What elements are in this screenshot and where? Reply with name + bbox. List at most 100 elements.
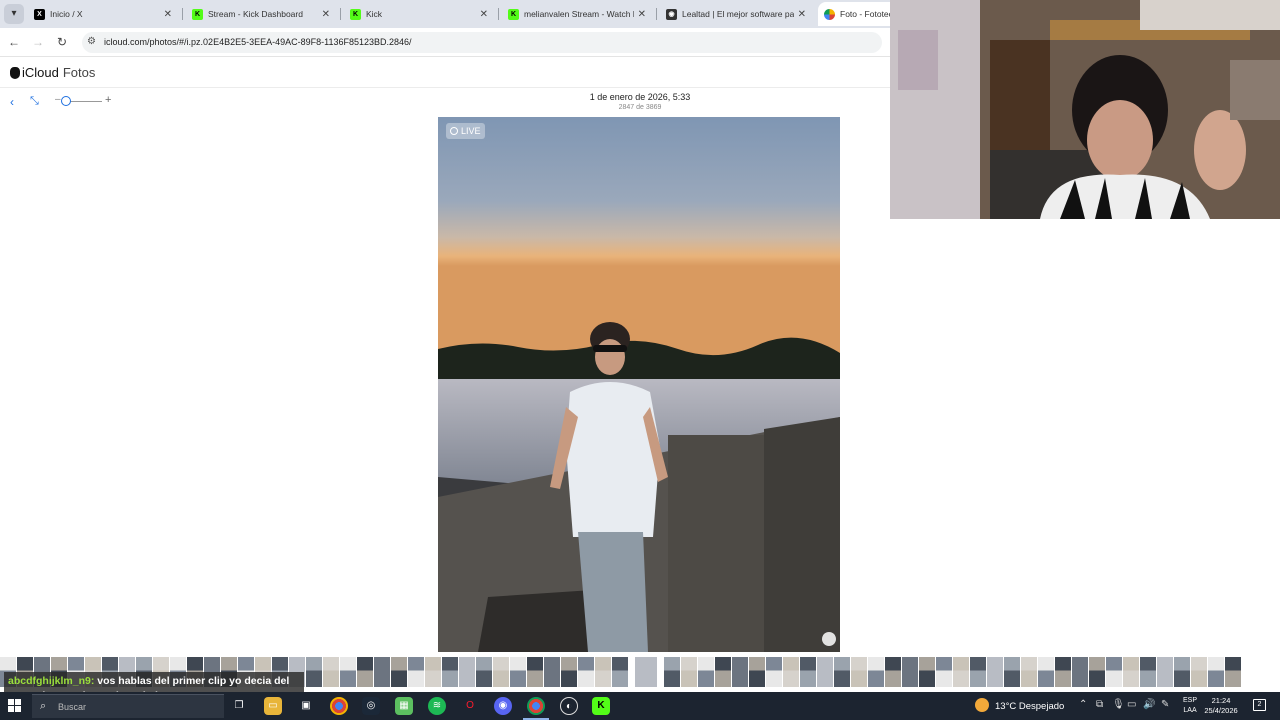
filmstrip-thumbnail[interactable] [391, 657, 407, 687]
filmstrip-thumbnail[interactable] [544, 657, 560, 687]
filmstrip-thumbnail[interactable] [1174, 657, 1190, 687]
close-icon[interactable]: ✕ [164, 9, 172, 20]
discord-icon[interactable]: ◉ [494, 697, 512, 715]
url-field[interactable]: ⚙ icloud.com/photos/#/i.pz.02E4B2E5-3EEA… [82, 32, 882, 53]
filmstrip-thumbnail[interactable] [612, 657, 628, 687]
filmstrip-thumbnail[interactable] [749, 657, 765, 687]
close-icon[interactable]: ✕ [798, 9, 806, 20]
tab-lealtad[interactable]: ◉ Lealtad | El mejor software para ✕ [660, 2, 814, 26]
filmstrip-thumbnail[interactable] [732, 657, 748, 687]
filmstrip-thumbnail[interactable] [1140, 657, 1156, 687]
tab-search-button[interactable]: ▾ [4, 4, 24, 24]
filmstrip-thumbnail[interactable] [834, 657, 850, 687]
forward-icon[interactable]: → [30, 34, 46, 50]
filmstrip-thumbnail[interactable] [1089, 657, 1105, 687]
zoom-slider-knob[interactable] [61, 96, 71, 106]
chrome-active-icon[interactable] [523, 697, 549, 720]
task-view-icon[interactable]: ❐ [230, 697, 248, 715]
filmstrip-thumbnail[interactable] [783, 657, 799, 687]
filmstrip-thumbnail[interactable] [970, 657, 986, 687]
language-indicator[interactable]: ESP LAA [1183, 696, 1197, 716]
filmstrip-thumbnail[interactable] [1106, 657, 1122, 687]
tab-melianvalen-stream[interactable]: K melianvalen Stream - Watch Live ✕ [502, 2, 654, 26]
filmstrip-thumbnail[interactable] [374, 657, 390, 687]
filmstrip-thumbnail[interactable] [868, 657, 884, 687]
volume-icon[interactable]: 🔊 [1143, 699, 1155, 710]
tab-foto-fototeca[interactable]: Foto - Fototeca [818, 2, 898, 26]
filmstrip-thumbnail[interactable] [493, 657, 509, 687]
steam-icon[interactable]: ◎ [362, 697, 380, 715]
filmstrip-thumbnail[interactable] [902, 657, 918, 687]
tab-kick-dashboard[interactable]: K Stream - Kick Dashboard ✕ [186, 2, 338, 26]
filmstrip-thumbnail[interactable] [936, 657, 952, 687]
filmstrip-thumbnail[interactable] [1157, 657, 1173, 687]
back-icon[interactable]: ← [6, 34, 22, 50]
filmstrip-thumbnail[interactable] [357, 657, 373, 687]
windows-start-icon[interactable] [8, 699, 22, 713]
windows-store-icon[interactable]: ▣ [297, 697, 315, 715]
filmstrip-thumbnail[interactable] [885, 657, 901, 687]
chevron-up-icon[interactable]: ⌃ [1079, 699, 1087, 710]
filmstrip-thumbnail[interactable] [1208, 657, 1224, 687]
back-to-library-icon[interactable]: ‹ [10, 95, 14, 109]
close-icon[interactable]: ✕ [480, 9, 488, 20]
filmstrip-thumbnail[interactable] [527, 657, 543, 687]
tab-kick[interactable]: K Kick ✕ [344, 2, 496, 26]
filmstrip-thumbnail[interactable] [766, 657, 782, 687]
filmstrip-thumbnail[interactable] [306, 657, 322, 687]
notifications-icon[interactable]: 2 [1253, 699, 1266, 711]
filmstrip-thumbnail[interactable] [1225, 657, 1241, 687]
app-icon[interactable]: ▦ [395, 697, 413, 715]
filmstrip-thumbnail[interactable] [919, 657, 935, 687]
filmstrip-thumbnail[interactable] [561, 657, 577, 687]
zoom-out-icon[interactable]: – [55, 94, 61, 105]
spotify-icon[interactable]: ≋ [428, 697, 446, 715]
reload-icon[interactable]: ↻ [54, 34, 70, 50]
live-photo-badge[interactable]: LIVE [446, 123, 485, 139]
site-info-icon[interactable]: ⚙ [87, 36, 96, 47]
main-photo[interactable]: LIVE [438, 117, 840, 652]
file-explorer-icon[interactable]: ▭ [264, 697, 282, 715]
icloud-brand[interactable]: iCloud Fotos [10, 65, 95, 80]
filmstrip-thumbnail[interactable] [698, 657, 714, 687]
filmstrip-thumbnail[interactable] [987, 657, 1003, 687]
filmstrip-thumbnail[interactable] [1038, 657, 1054, 687]
filmstrip-thumbnail[interactable] [1072, 657, 1088, 687]
filmstrip-thumbnail[interactable] [664, 657, 680, 687]
filmstrip-thumbnail[interactable] [851, 657, 867, 687]
filmstrip-thumbnail[interactable] [635, 657, 657, 687]
filmstrip-thumbnail[interactable] [715, 657, 731, 687]
taskbar-clock[interactable]: 21:24 25/4/2026 [1203, 696, 1239, 716]
filmstrip-thumbnail[interactable] [425, 657, 441, 687]
pen-icon[interactable]: ✎ [1161, 699, 1169, 710]
filmstrip-thumbnail[interactable] [817, 657, 833, 687]
network-icon[interactable]: ▭ [1127, 699, 1136, 710]
filmstrip-thumbnail[interactable] [459, 657, 475, 687]
obs-icon[interactable]: ◐ [560, 697, 578, 715]
filmstrip-thumbnail[interactable] [476, 657, 492, 687]
filmstrip-thumbnail[interactable] [1123, 657, 1139, 687]
expand-icon[interactable]: ⤡ [30, 95, 39, 108]
zoom-in-icon[interactable]: + [105, 94, 111, 106]
close-icon[interactable]: ✕ [638, 9, 646, 20]
weather-icon[interactable] [975, 698, 989, 712]
filmstrip-thumbnail[interactable] [1004, 657, 1020, 687]
microphone-icon[interactable]: 🎙 [1112, 699, 1125, 710]
filmstrip-thumbnail[interactable] [681, 657, 697, 687]
filmstrip-thumbnail[interactable] [442, 657, 458, 687]
chrome-icon[interactable] [330, 697, 348, 715]
close-icon[interactable]: ✕ [322, 9, 330, 20]
filmstrip-thumbnail[interactable] [800, 657, 816, 687]
device-icon[interactable]: ⧉ [1096, 699, 1103, 710]
taskbar-search-input[interactable]: ⌕ Buscar [32, 694, 224, 718]
filmstrip-thumbnail[interactable] [408, 657, 424, 687]
kick-app-icon[interactable]: K [592, 697, 610, 715]
tab-inicio-x[interactable]: X Inicio / X ✕ [28, 2, 180, 26]
opera-icon[interactable]: O [461, 697, 479, 715]
filmstrip-thumbnail[interactable] [578, 657, 594, 687]
filmstrip-thumbnail[interactable] [953, 657, 969, 687]
filmstrip-thumbnail[interactable] [595, 657, 611, 687]
filmstrip-thumbnail[interactable] [340, 657, 356, 687]
filmstrip-thumbnail[interactable] [1055, 657, 1071, 687]
filmstrip-thumbnail[interactable] [1191, 657, 1207, 687]
